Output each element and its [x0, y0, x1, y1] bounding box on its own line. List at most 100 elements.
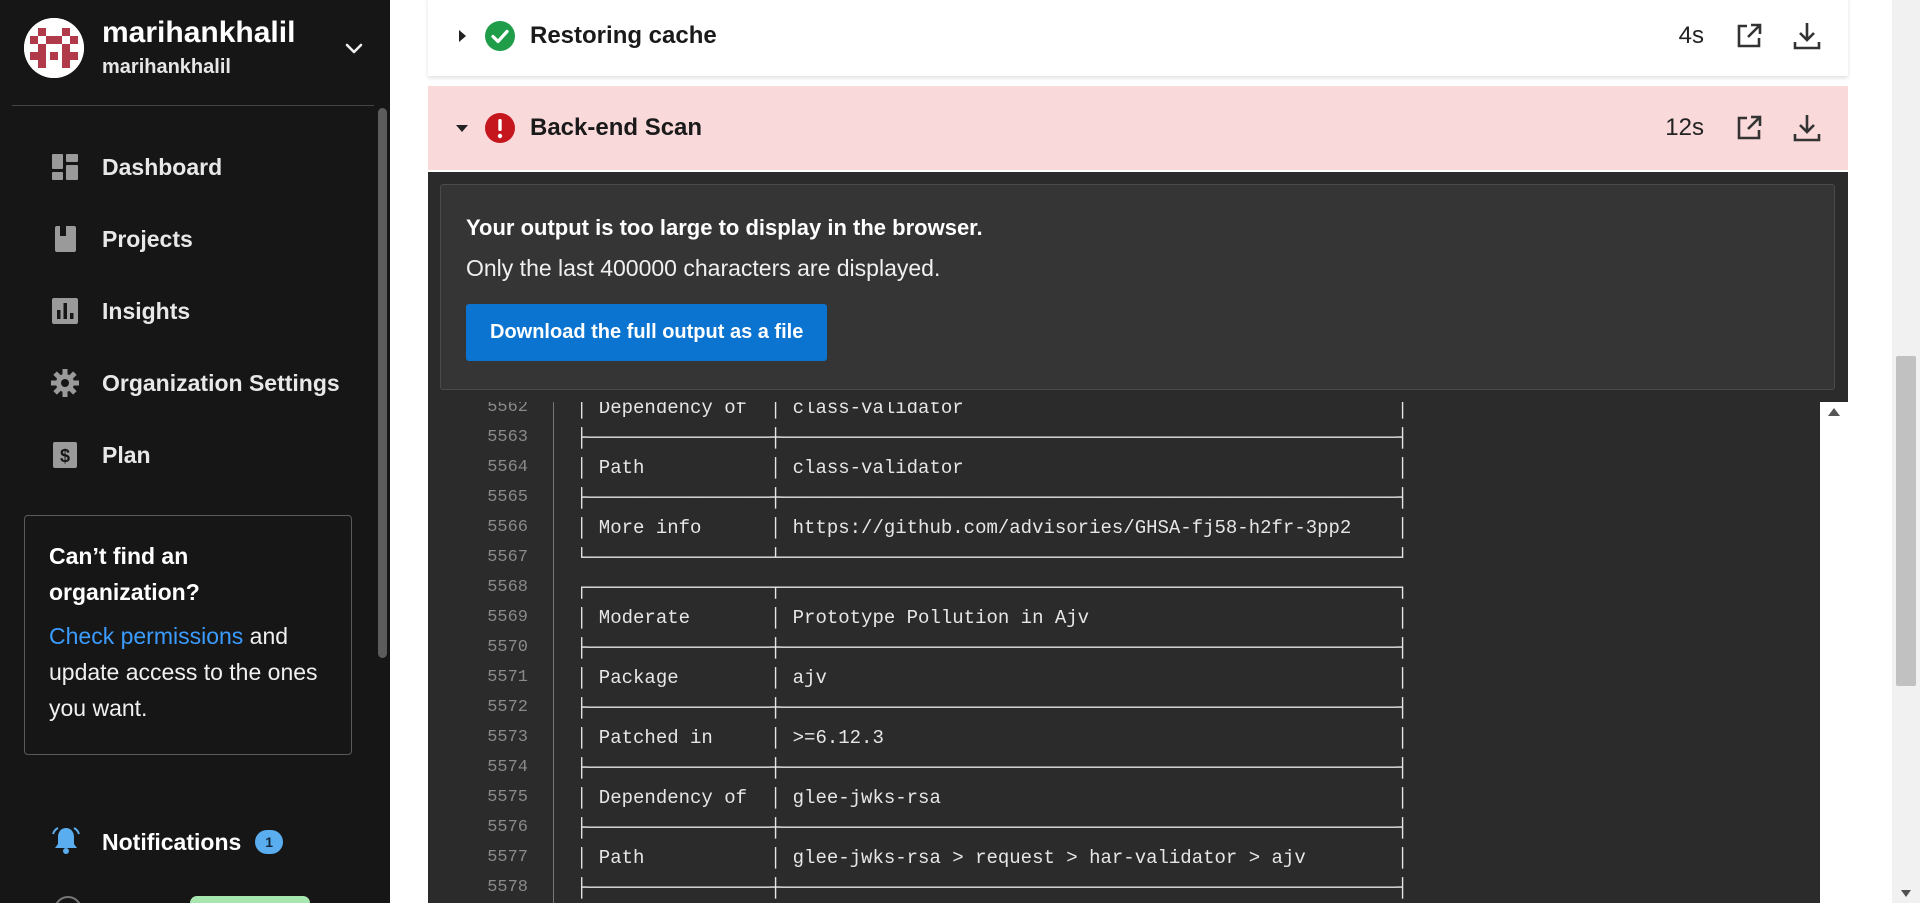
log-text: │ Path │ glee-jwks-rsa > request > har-v… [576, 847, 1409, 869]
log-text: ├────────────────┼──────────────────────… [576, 487, 1409, 509]
log-text: ┌────────────────┬──────────────────────… [576, 577, 1409, 599]
line-number[interactable]: 5573 [428, 723, 528, 753]
line-number[interactable]: 5574 [428, 753, 528, 783]
log-line: 5564 │ Path │ class-validator │ [428, 453, 1820, 483]
sidebar-item-dashboard[interactable]: Dashboard [50, 147, 222, 187]
bell-icon [50, 824, 82, 861]
notifications-label: Notifications [102, 828, 242, 855]
log-line: 5576 ├────────────────┼──────────────────… [428, 813, 1820, 843]
line-number[interactable]: 5569 [428, 603, 528, 633]
scroll-down-arrow-icon[interactable] [1901, 890, 1911, 897]
scroll-up-arrow-icon[interactable] [1828, 408, 1840, 416]
log-text: │ Moderate │ Prototype Pollution in Ajv … [576, 607, 1409, 629]
dashboard-icon [50, 152, 80, 182]
line-number[interactable]: 5562 [428, 402, 528, 423]
line-number[interactable]: 5578 [428, 873, 528, 903]
log-scrollbar[interactable] [1820, 402, 1848, 903]
org-switcher[interactable]: marihankhalil marihankhalil [24, 16, 364, 80]
line-number[interactable]: 5572 [428, 693, 528, 723]
page-scrollbar-thumb[interactable] [1896, 356, 1916, 686]
log-text: ├────────────────┼──────────────────────… [576, 877, 1409, 899]
log-text: │ Dependency of │ class-validator │ [576, 402, 1409, 419]
line-number[interactable]: 5567 [428, 543, 528, 573]
help-title: Can’t find an organization? [49, 543, 200, 605]
step-output-log: Your output is too large to display in t… [428, 172, 1848, 903]
line-number[interactable]: 5571 [428, 663, 528, 693]
log-text: ├────────────────┼──────────────────────… [576, 817, 1409, 839]
chevron-down-icon[interactable] [342, 36, 366, 60]
notification-count-badge: 1 [255, 830, 284, 854]
download-icon[interactable] [1790, 111, 1824, 145]
step-back-end-scan[interactable]: Back-end Scan 12s [428, 86, 1848, 170]
caret-down-icon[interactable] [448, 121, 476, 135]
step-duration: 12s [1665, 114, 1704, 141]
log-line: 5578 ├────────────────┼──────────────────… [428, 873, 1820, 903]
log-text: │ Patched in │ >=6.12.3 │ [576, 727, 1409, 749]
line-number[interactable]: 5564 [428, 453, 528, 483]
download-icon[interactable] [1790, 19, 1824, 53]
org-help-box: Can’t find an organization? Check permis… [24, 515, 352, 755]
insights-icon [50, 296, 80, 326]
log-line: 5572 ├────────────────┼──────────────────… [428, 693, 1820, 723]
sidebar-item-organization-settings[interactable]: Organization Settings [50, 363, 340, 403]
output-too-large-notice: Your output is too large to display in t… [440, 184, 1835, 390]
line-number[interactable]: 5568 [428, 573, 528, 603]
line-number[interactable]: 5575 [428, 783, 528, 813]
line-number[interactable]: 5566 [428, 513, 528, 543]
gear-icon [50, 368, 80, 398]
log-text: ├────────────────┼──────────────────────… [576, 427, 1409, 449]
log-text: │ Package │ ajv │ [576, 667, 1409, 689]
sidebar-item-label: Projects [102, 225, 193, 252]
sidebar: marihankhalil marihankhalil Dashboard Pr… [0, 0, 390, 903]
sidebar-item-projects[interactable]: Projects [50, 219, 193, 259]
log-text: ├────────────────┼──────────────────────… [576, 637, 1409, 659]
log-line: 5577 │ Path │ glee-jwks-rsa > request > h… [428, 843, 1820, 873]
sidebar-scrollbar-thumb[interactable] [378, 108, 387, 658]
line-number[interactable]: 5565 [428, 483, 528, 513]
log-line: 5574 ├────────────────┼──────────────────… [428, 753, 1820, 783]
sidebar-item-label: Dashboard [102, 153, 223, 180]
failed-alert-icon [484, 112, 516, 144]
sidebar-divider [12, 105, 374, 106]
sidebar-item-insights[interactable]: Insights [50, 291, 190, 331]
open-external-icon[interactable] [1732, 111, 1766, 145]
help-body: Check permissions and update access to t… [49, 618, 327, 726]
globe-icon[interactable] [54, 896, 82, 903]
step-duration: 4s [1678, 22, 1704, 49]
notice-text: Only the last 400000 characters are disp… [466, 255, 941, 281]
sidebar-item-plan[interactable]: $ Plan [50, 435, 151, 475]
log-line: 5566 │ More info │ https://github.com/adv… [428, 513, 1820, 543]
line-number[interactable]: 5563 [428, 423, 528, 453]
log-text: │ More info │ https://github.com/advisor… [576, 517, 1409, 539]
caret-right-icon[interactable] [448, 29, 476, 43]
log-text: ├────────────────┼──────────────────────… [576, 757, 1409, 779]
sidebar-item-label: Insights [102, 297, 191, 324]
log-text: │ Dependency of │ glee-jwks-rsa │ [576, 787, 1409, 809]
line-number[interactable]: 5570 [428, 633, 528, 663]
log-lines: 5562 │ Dependency of │ class-validator │ 5… [428, 402, 1820, 903]
log-line: 5567 └────────────────┴──────────────────… [428, 543, 1820, 573]
sidebar-item-notifications[interactable]: Notifications 1 [50, 824, 284, 861]
notice-title: Your output is too large to display in t… [466, 215, 983, 240]
job-steps-panel: Restoring cache 4s Back-end Scan 12s You… [390, 0, 1892, 903]
status-pill [190, 896, 310, 903]
line-number[interactable]: 5577 [428, 843, 528, 873]
log-line: 5569 │ Moderate │ Prototype Pollution in … [428, 603, 1820, 633]
line-number[interactable]: 5576 [428, 813, 528, 843]
log-line: 5570 ├────────────────┼──────────────────… [428, 633, 1820, 663]
svg-text:$: $ [60, 446, 70, 466]
log-line: 5571 │ Package │ ajv │ [428, 663, 1820, 693]
log-line: 5563 ├────────────────┼──────────────────… [428, 423, 1820, 453]
open-external-icon[interactable] [1732, 19, 1766, 53]
log-line: 5573 │ Patched in │ >=6.12.3 │ [428, 723, 1820, 753]
plan-icon: $ [50, 440, 80, 470]
download-full-output-button[interactable]: Download the full output as a file [466, 304, 828, 361]
log-line: 5568 ┌────────────────┬──────────────────… [428, 573, 1820, 603]
step-restoring-cache[interactable]: Restoring cache 4s [428, 0, 1848, 76]
page-scrollbar[interactable] [1892, 0, 1920, 903]
projects-icon [50, 224, 80, 254]
log-line: 5575 │ Dependency of │ glee-jwks-rsa │ [428, 783, 1820, 813]
check-permissions-link[interactable]: Check permissions [49, 623, 243, 649]
sidebar-item-label: Plan [102, 441, 151, 468]
sidebar-item-label: Organization Settings [102, 369, 340, 396]
